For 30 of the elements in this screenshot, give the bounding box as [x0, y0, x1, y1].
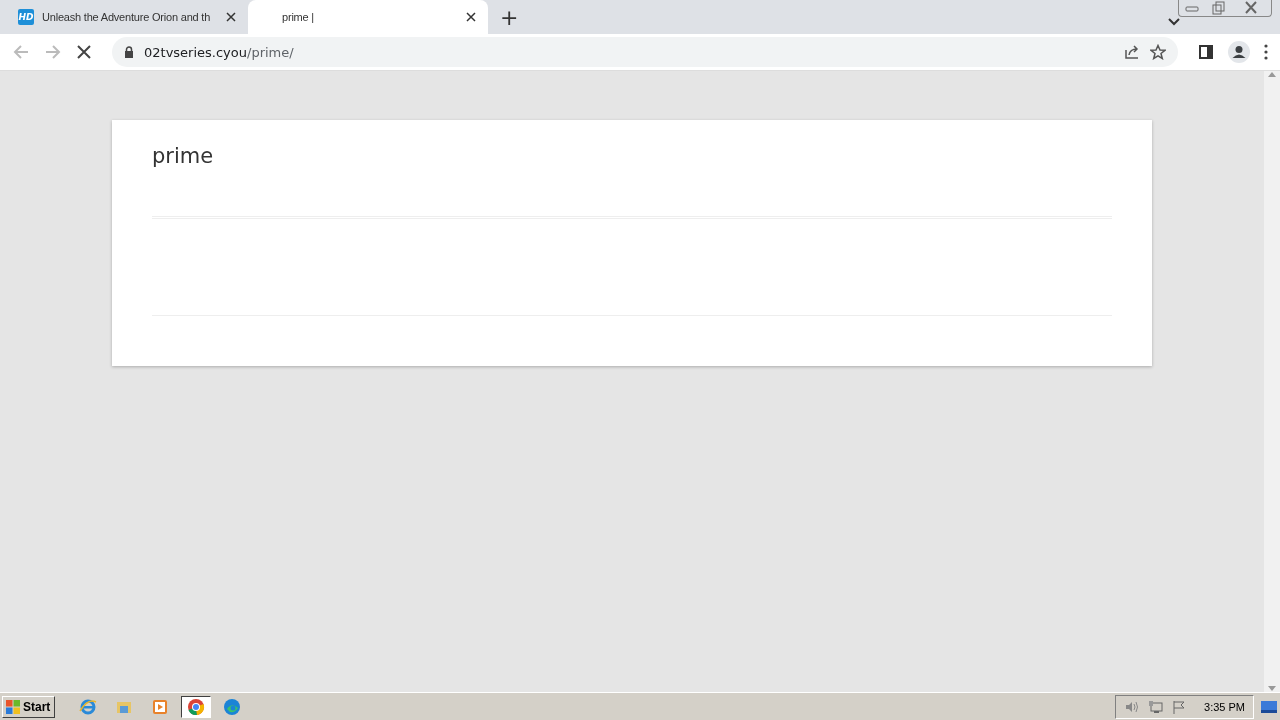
star-icon[interactable] [1150, 44, 1166, 60]
clock[interactable]: 3:35 PM [1204, 700, 1245, 713]
site-favicon-icon: HD [18, 9, 34, 25]
chrome-icon [187, 697, 206, 716]
menu-icon[interactable] [1264, 44, 1268, 60]
new-tab-button[interactable]: + [488, 0, 531, 34]
chevron-down-icon[interactable] [1168, 18, 1180, 26]
profile-icon[interactable] [1228, 41, 1250, 63]
browser-tab[interactable]: HD Unleash the Adventure Orion and th [8, 0, 248, 34]
close-icon[interactable] [224, 10, 238, 24]
browser-icon [79, 697, 98, 716]
speaker-icon[interactable] [1124, 699, 1141, 714]
forward-icon[interactable] [44, 43, 62, 61]
close-icon[interactable] [464, 10, 478, 24]
stop-icon[interactable] [76, 44, 92, 60]
scrollbar[interactable] [1264, 71, 1280, 692]
page-title: prime [152, 144, 215, 170]
lock-icon [124, 46, 134, 58]
flag-icon[interactable] [1172, 699, 1187, 714]
start-button[interactable]: Start [2, 695, 56, 718]
play-icon [151, 697, 170, 716]
taskbar-app-button[interactable] [181, 695, 212, 718]
browser-tab[interactable]: prime | [248, 0, 488, 34]
windows-logo-icon [5, 698, 21, 715]
network-icon[interactable] [1148, 699, 1165, 714]
back-icon[interactable] [12, 43, 30, 61]
side-panel-icon[interactable] [1198, 44, 1214, 60]
share-icon[interactable] [1124, 44, 1140, 60]
show-desktop-icon[interactable] [1260, 699, 1278, 714]
address-bar[interactable]: 02tvseries.cyou/prime/ [112, 37, 1178, 67]
